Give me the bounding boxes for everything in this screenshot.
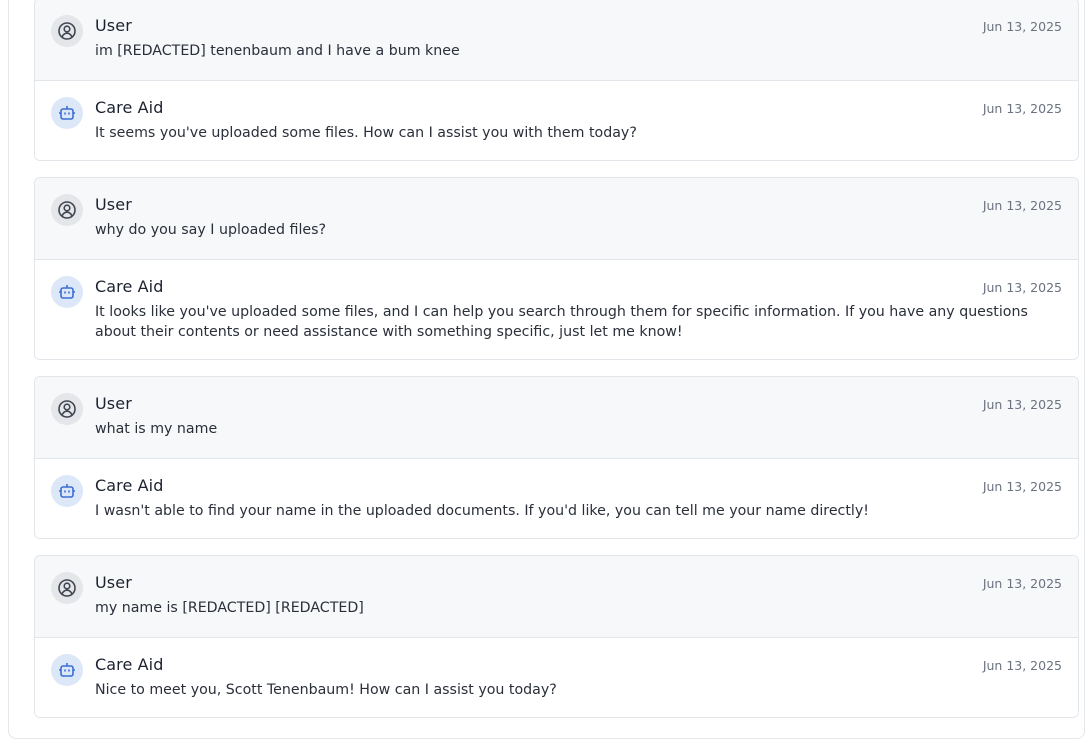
conversation-turn: User Jun 13, 2025 why do you say I uploa… bbox=[34, 177, 1079, 360]
assistant-avatar bbox=[51, 654, 83, 686]
message-text: im [REDACTED] tenenbaum and I have a bum… bbox=[95, 43, 460, 59]
assistant-message: Care Aid Jun 13, 2025 Nice to meet you, … bbox=[35, 638, 1078, 717]
message-date: Jun 13, 2025 bbox=[982, 280, 1062, 295]
assistant-message: Care Aid Jun 13, 2025 It seems you've up… bbox=[35, 81, 1078, 160]
robot-icon bbox=[59, 285, 75, 299]
message-text: It looks like you've uploaded some files… bbox=[95, 304, 1028, 340]
message-text: Nice to meet you, Scott Tenenbaum! How c… bbox=[95, 682, 557, 698]
assistant-avatar bbox=[51, 97, 83, 129]
message-date: Jun 13, 2025 bbox=[982, 397, 1062, 412]
message-sender: Care Aid bbox=[95, 98, 164, 117]
assistant-avatar bbox=[51, 276, 83, 308]
message-sender: Care Aid bbox=[95, 476, 164, 495]
user-avatar bbox=[51, 393, 83, 425]
message-sender: User bbox=[95, 573, 132, 592]
message-date: Jun 13, 2025 bbox=[982, 576, 1062, 591]
message-sender: User bbox=[95, 394, 132, 413]
conversation-turn: User Jun 13, 2025 what is my name Care A… bbox=[34, 376, 1079, 539]
message-date: Jun 13, 2025 bbox=[982, 658, 1062, 673]
user-message: User Jun 13, 2025 why do you say I uploa… bbox=[35, 178, 1078, 260]
user-circle-icon bbox=[58, 400, 76, 418]
message-text: what is my name bbox=[95, 421, 218, 437]
conversation-turn: User Jun 13, 2025 my name is [REDACTED] … bbox=[34, 555, 1079, 718]
user-message: User Jun 13, 2025 what is my name bbox=[35, 377, 1078, 459]
message-sender: User bbox=[95, 16, 132, 35]
message-date: Jun 13, 2025 bbox=[982, 19, 1062, 34]
user-avatar bbox=[51, 194, 83, 226]
message-date: Jun 13, 2025 bbox=[982, 198, 1062, 213]
message-sender: Care Aid bbox=[95, 655, 164, 674]
message-text: It seems you've uploaded some files. How… bbox=[95, 125, 637, 141]
user-circle-icon bbox=[58, 22, 76, 40]
assistant-avatar bbox=[51, 475, 83, 507]
user-circle-icon bbox=[58, 579, 76, 597]
user-avatar bbox=[51, 15, 83, 47]
message-text: I wasn't able to find your name in the u… bbox=[95, 503, 869, 519]
message-text: why do you say I uploaded files? bbox=[95, 222, 327, 238]
message-text: my name is [REDACTED] [REDACTED] bbox=[95, 600, 364, 616]
user-message: User Jun 13, 2025 im [REDACTED] tenenbau… bbox=[35, 0, 1078, 81]
user-avatar bbox=[51, 572, 83, 604]
conversation-turn: User Jun 13, 2025 im [REDACTED] tenenbau… bbox=[34, 0, 1079, 161]
user-circle-icon bbox=[58, 201, 76, 219]
message-sender: User bbox=[95, 195, 132, 214]
robot-icon bbox=[59, 106, 75, 120]
robot-icon bbox=[59, 484, 75, 498]
message-sender: Care Aid bbox=[95, 277, 164, 296]
assistant-message: Care Aid Jun 13, 2025 I wasn't able to f… bbox=[35, 459, 1078, 538]
message-date: Jun 13, 2025 bbox=[982, 101, 1062, 116]
message-date: Jun 13, 2025 bbox=[982, 479, 1062, 494]
assistant-message: Care Aid Jun 13, 2025 It looks like you'… bbox=[35, 260, 1078, 359]
chat-history-panel[interactable]: User Jun 13, 2025 im [REDACTED] tenenbau… bbox=[8, 0, 1085, 739]
robot-icon bbox=[59, 663, 75, 677]
user-message: User Jun 13, 2025 my name is [REDACTED] … bbox=[35, 556, 1078, 638]
